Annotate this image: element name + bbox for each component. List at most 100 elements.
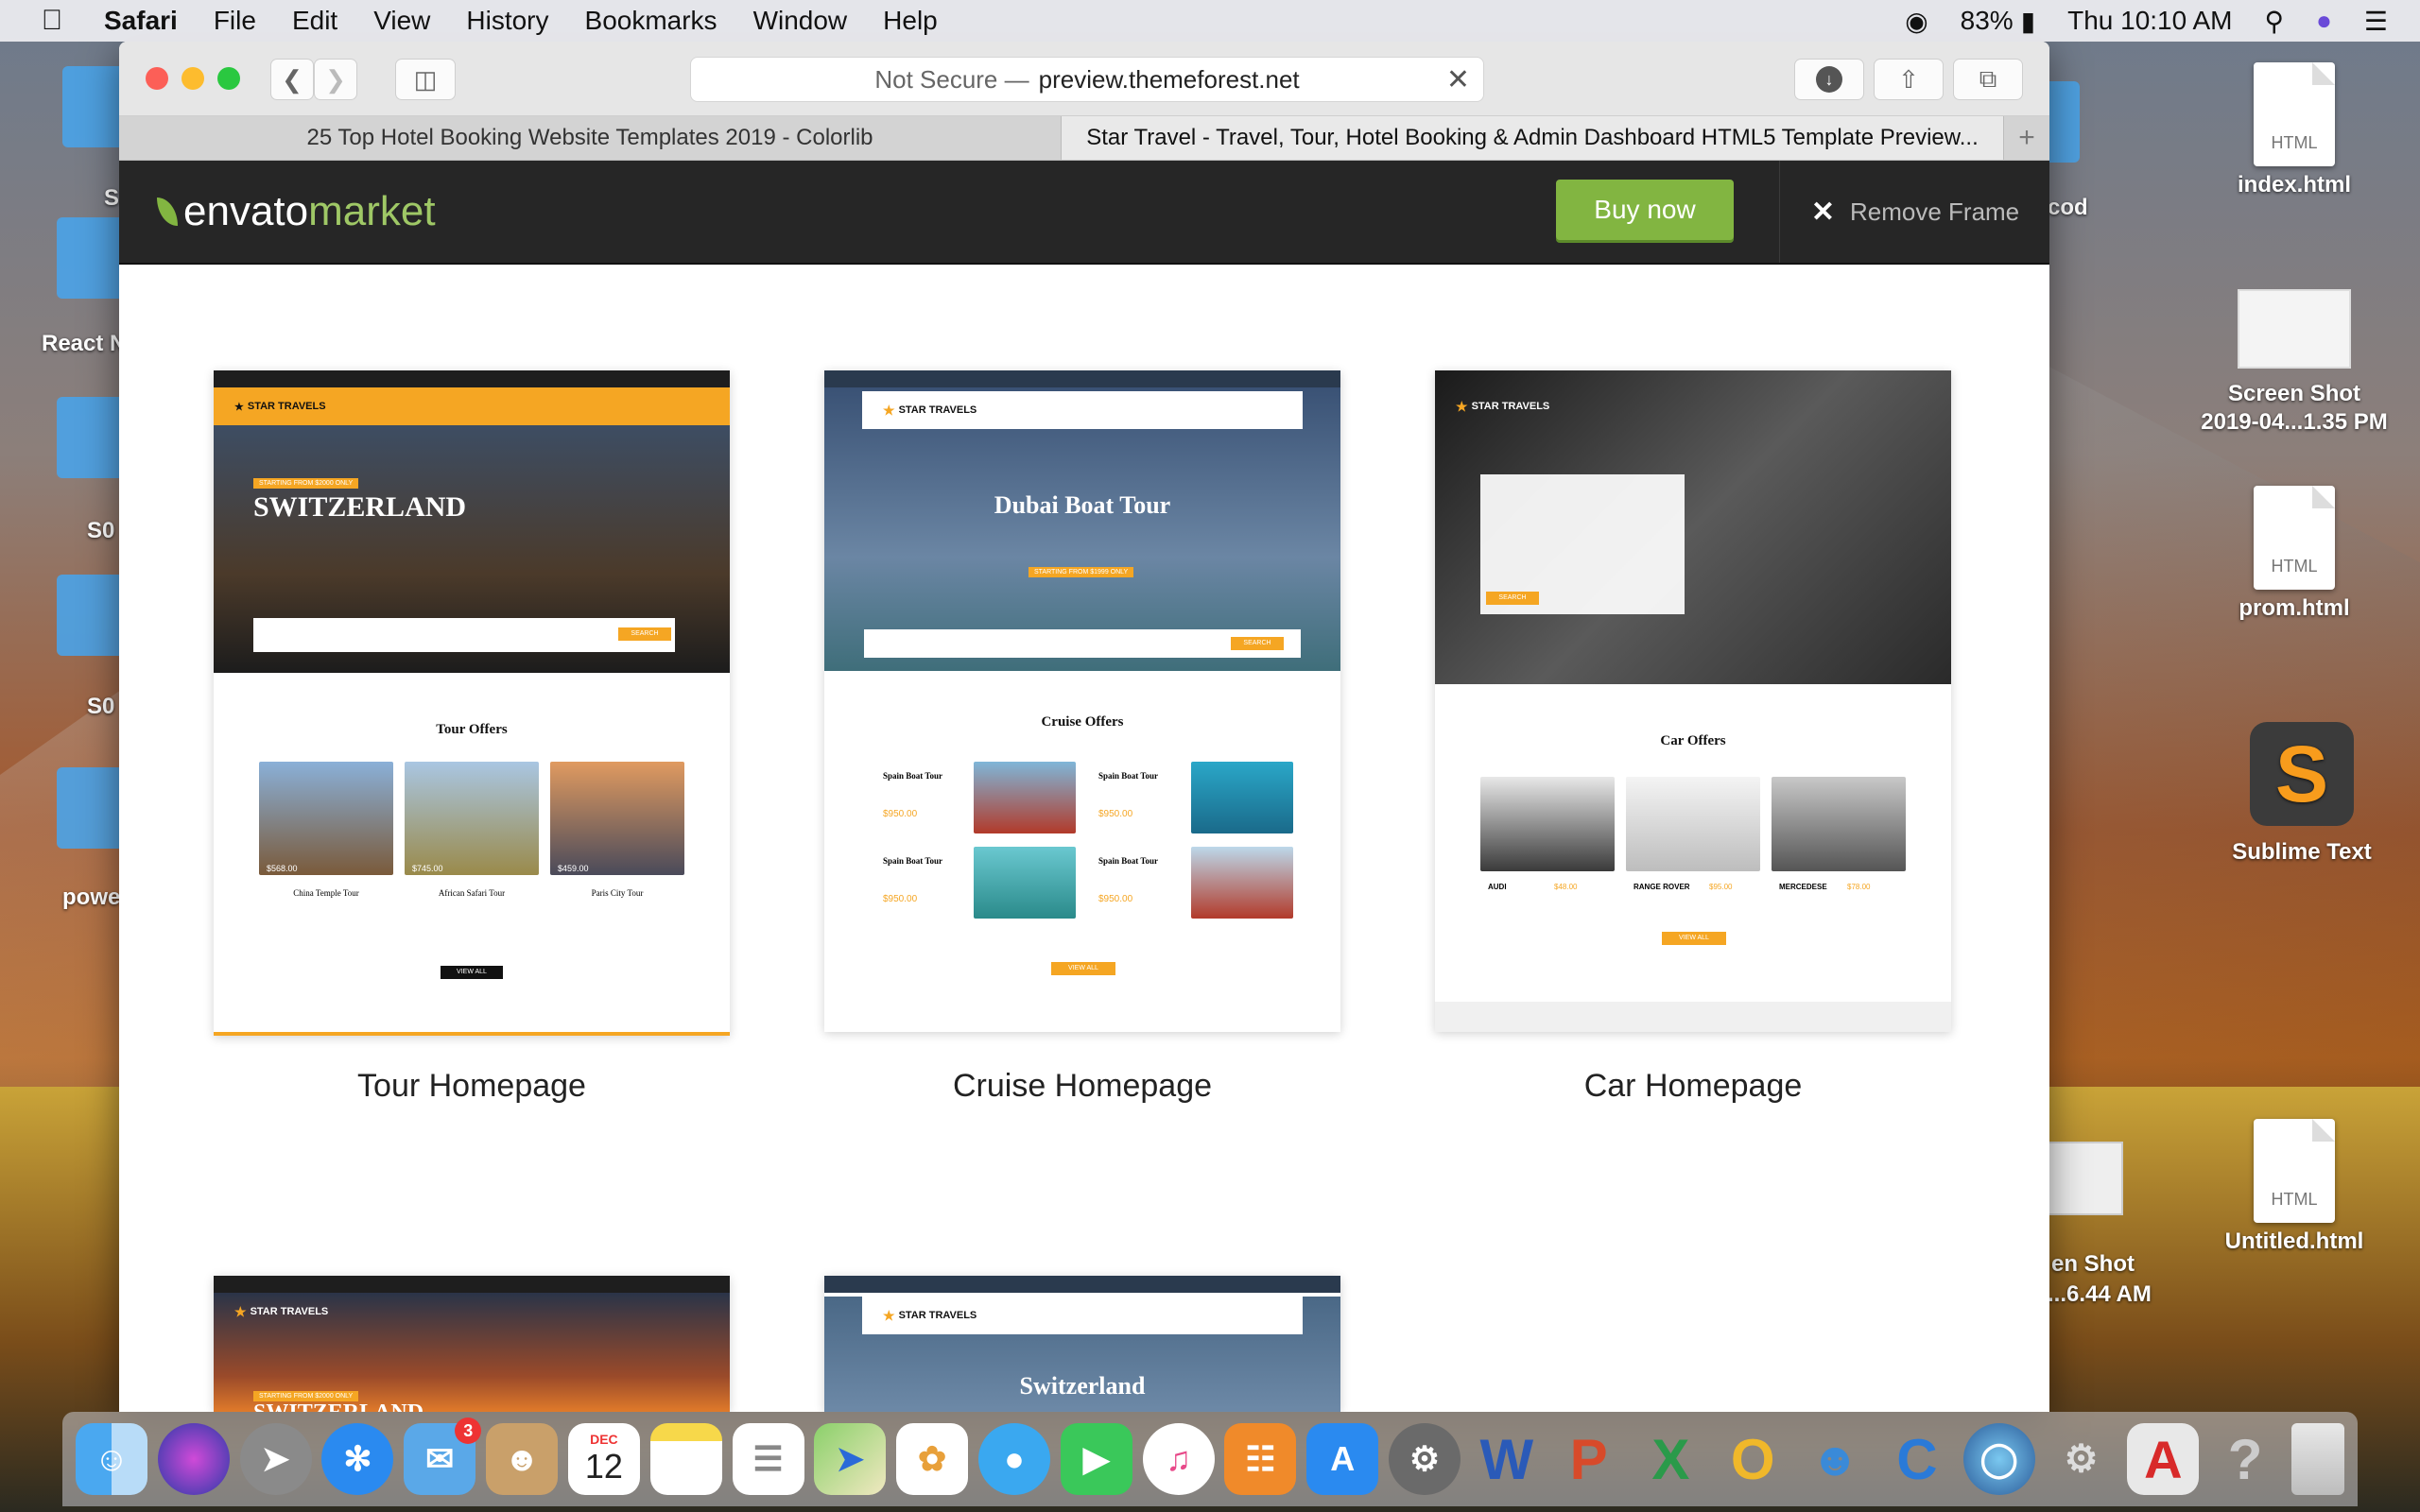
envato-market-logo[interactable]: envato market (157, 188, 436, 235)
html-file-icon: HTML (2254, 62, 2335, 166)
siri-icon[interactable]: ● (2316, 6, 2332, 36)
powerpoint-icon[interactable]: P (1553, 1423, 1625, 1495)
tab-bar: 25 Top Hotel Booking Website Templates 2… (119, 116, 2049, 161)
c-app-icon[interactable]: C (1881, 1423, 1953, 1495)
excel-icon[interactable]: X (1634, 1423, 1706, 1495)
battery-percent[interactable]: 83% (1961, 6, 2014, 36)
menu-history[interactable]: History (466, 6, 548, 36)
preview-title[interactable]: Car Homepage (1435, 1068, 1951, 1105)
lync-icon[interactable]: ☻ (1799, 1423, 1871, 1495)
app-store-icon[interactable]: A (1306, 1423, 1379, 1495)
acrobat-icon[interactable]: A (2127, 1423, 2200, 1495)
screenshot-thumbnail-icon (2238, 289, 2351, 369)
forward-button[interactable]: ❯ (314, 59, 357, 100)
hero-heading: SWITZERLAND (253, 491, 467, 523)
help-icon[interactable]: ? (2209, 1423, 2281, 1495)
minimize-window-button[interactable] (182, 67, 204, 90)
clock[interactable]: Thu 10:10 AM (2067, 6, 2232, 36)
battery-icon[interactable]: ▮ (2021, 6, 2035, 37)
sidebar-toggle-button[interactable]: ◫ (395, 59, 456, 100)
chevron-right-icon: ❯ (325, 64, 346, 94)
word-icon[interactable]: W (1471, 1423, 1543, 1495)
preview-footer (1435, 1002, 1951, 1032)
desktop-file-screenshot[interactable]: Screen Shot 2019-04...1.35 PM (2201, 289, 2388, 437)
wifi-icon[interactable]: ◉ (1905, 6, 1927, 37)
preview-title[interactable]: Cruise Homepage (824, 1068, 1340, 1105)
share-button[interactable]: ⇧ (1874, 59, 1944, 100)
preview-brand: STAR TRAVELS (247, 401, 326, 412)
close-window-button[interactable] (146, 67, 168, 90)
desktop-file-prom[interactable]: HTML prom.html (2204, 486, 2384, 622)
preview-nav: ★ STAR TRAVELS (214, 387, 730, 425)
books-icon[interactable]: ☷ (1224, 1423, 1297, 1495)
network-icon[interactable]: ◯ (1962, 1423, 2035, 1495)
contacts-icon[interactable]: ☻ (486, 1423, 559, 1495)
downloads-button[interactable]: ↓ (1794, 59, 1864, 100)
star-icon: ★ (234, 1303, 247, 1319)
reminders-icon[interactable]: ☰ (732, 1423, 804, 1495)
preview-brand: STAR TRAVELS (898, 404, 977, 416)
desktop-app-sublime[interactable]: S Sublime Text (2212, 722, 2392, 866)
preview-title[interactable]: Tour Homepage (214, 1068, 730, 1105)
launchpad-icon[interactable]: ➤ (239, 1423, 312, 1495)
offer-price: $568.00 (267, 864, 298, 873)
new-tab-button[interactable]: + (2004, 116, 2049, 160)
maps-icon[interactable]: ➤ (814, 1423, 887, 1495)
search-panel (253, 618, 675, 652)
not-secure-label: Not Secure — (874, 64, 1029, 94)
back-button[interactable]: ❮ (270, 59, 314, 100)
preview-card-cruise[interactable]: ★ STAR TRAVELS Dubai Boat Tour STARTING F… (824, 370, 1340, 1032)
car-price: $78.00 (1847, 883, 1871, 891)
spotlight-search-icon[interactable]: ⚲ (2264, 6, 2284, 37)
preview-nav: ★ STAR TRAVELS (862, 1297, 1303, 1334)
outlook-icon[interactable]: O (1717, 1423, 1789, 1495)
desktop-file-index[interactable]: HTML index.html (2204, 62, 2384, 198)
mail-icon[interactable]: ✉ 3 (404, 1418, 482, 1495)
finder-icon[interactable]: ☺ (76, 1423, 147, 1495)
notes-icon[interactable] (649, 1423, 722, 1495)
section-title: Cruise Offers (1041, 714, 1124, 730)
safari-icon[interactable]: ✻ (321, 1423, 394, 1495)
trash-icon[interactable] (2290, 1423, 2344, 1495)
facetime-icon[interactable]: ▶ (1060, 1423, 1132, 1495)
system-preferences-icon[interactable]: ⚙ (1389, 1423, 1461, 1495)
notification-center-icon[interactable]: ☰ (2364, 6, 2388, 37)
hero-heading: Switzerland (1019, 1372, 1146, 1400)
star-icon: ★ (1456, 398, 1468, 414)
show-tabs-button[interactable]: ⧉ (1953, 59, 2023, 100)
car-price: $48.00 (1554, 883, 1578, 891)
preview-brand: STAR TRAVELS (250, 1306, 329, 1317)
siri-icon[interactable] (157, 1423, 230, 1495)
messages-icon[interactable]: ● (977, 1423, 1050, 1495)
desktop-file-label: Untitled.html (2224, 1228, 2364, 1254)
preview-card-car[interactable]: ★ STAR TRAVELS SEARCH Car Offers AUDI $48… (1435, 370, 1951, 1032)
apple-icon[interactable]:  (0, 5, 104, 37)
stop-loading-icon[interactable]: ✕ (1446, 63, 1470, 96)
tab-star-travel[interactable]: Star Travel - Travel, Tour, Hotel Bookin… (1062, 116, 2004, 160)
desktop-file-untitled[interactable]: HTML Untitled.html (2204, 1119, 2384, 1255)
address-bar[interactable]: Not Secure — preview.themeforest.net ✕ (690, 57, 1484, 102)
menu-file[interactable]: File (214, 6, 256, 36)
offer-name: Paris City Tour (591, 888, 644, 898)
desktop-file-label: Sublime Text (2232, 839, 2372, 865)
menu-edit[interactable]: Edit (292, 6, 337, 36)
preview-card-tour[interactable]: ★ STAR TRAVELS STARTING FROM $2000 ONLY S… (214, 370, 730, 1036)
menu-app-name[interactable]: Safari (104, 6, 178, 36)
menu-view[interactable]: View (373, 6, 430, 36)
misc-app-icon[interactable]: ⚙ (2046, 1423, 2118, 1495)
menu-window[interactable]: Window (753, 6, 848, 36)
envato-frame-bar: envato market Buy now ✕ Remove Frame (119, 161, 2049, 266)
tab-colorlib[interactable]: 25 Top Hotel Booking Website Templates 2… (119, 116, 1062, 160)
menu-bookmarks[interactable]: Bookmarks (585, 6, 717, 36)
remove-frame-button[interactable]: ✕ Remove Frame (1779, 161, 2049, 263)
zoom-window-button[interactable] (217, 67, 240, 90)
calendar-icon[interactable]: DEC 12 (567, 1423, 640, 1495)
menu-help[interactable]: Help (883, 6, 938, 36)
itunes-icon[interactable]: ♫ (1142, 1423, 1215, 1495)
screenshot-thumbnail-icon[interactable] (2048, 1142, 2123, 1215)
preview-card-tour-alt[interactable]: ★STAR TRAVELS STARTING FROM $2000 ONLY S… (214, 1276, 730, 1412)
buy-now-button[interactable]: Buy now (1556, 180, 1734, 240)
desktop-file-label: ...6.44 AM (2048, 1281, 2152, 1307)
preview-card-switzerland[interactable]: ★ STAR TRAVELS Switzerland (824, 1276, 1340, 1412)
photos-icon[interactable]: ✿ (896, 1423, 969, 1495)
